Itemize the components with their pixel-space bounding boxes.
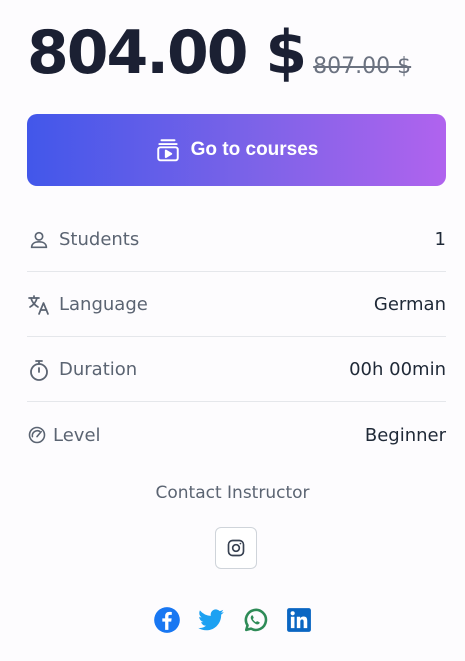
video-library-icon bbox=[155, 137, 181, 163]
language-label: Language bbox=[59, 294, 148, 315]
language-value: German bbox=[373, 294, 446, 315]
instructor-instagram-button[interactable] bbox=[215, 527, 257, 569]
contact-instructor-label: Contact Instructor bbox=[155, 483, 310, 503]
duration-row: Duration 00h 00min bbox=[27, 338, 446, 402]
stopwatch-icon bbox=[27, 358, 51, 382]
original-price: 807.00 $ bbox=[313, 54, 412, 79]
students-value: 1 bbox=[434, 229, 446, 250]
translate-icon bbox=[27, 293, 51, 317]
linkedin-share-icon[interactable] bbox=[285, 606, 313, 634]
go-to-courses-label: Go to courses bbox=[190, 139, 319, 160]
students-row: Students 1 bbox=[27, 208, 446, 272]
level-label: Level bbox=[53, 424, 101, 446]
instagram-icon bbox=[226, 538, 246, 558]
current-price: 804.00 $ bbox=[27, 18, 307, 88]
duration-value: 00h 00min bbox=[349, 359, 446, 380]
gauge-icon bbox=[27, 423, 47, 447]
go-to-courses-button[interactable]: Go to courses bbox=[27, 114, 446, 186]
share-links bbox=[0, 606, 465, 634]
whatsapp-share-icon[interactable] bbox=[241, 606, 269, 634]
language-row: Language German bbox=[27, 273, 446, 337]
level-row: Level Beginner bbox=[27, 403, 446, 467]
duration-label: Duration bbox=[59, 359, 138, 380]
user-icon bbox=[27, 228, 51, 252]
twitter-share-icon[interactable] bbox=[197, 606, 225, 634]
price-row: 804.00 $ 807.00 $ bbox=[27, 18, 411, 88]
level-value: Beginner bbox=[364, 424, 446, 446]
students-label: Students bbox=[59, 229, 140, 250]
facebook-share-icon[interactable] bbox=[153, 606, 181, 634]
